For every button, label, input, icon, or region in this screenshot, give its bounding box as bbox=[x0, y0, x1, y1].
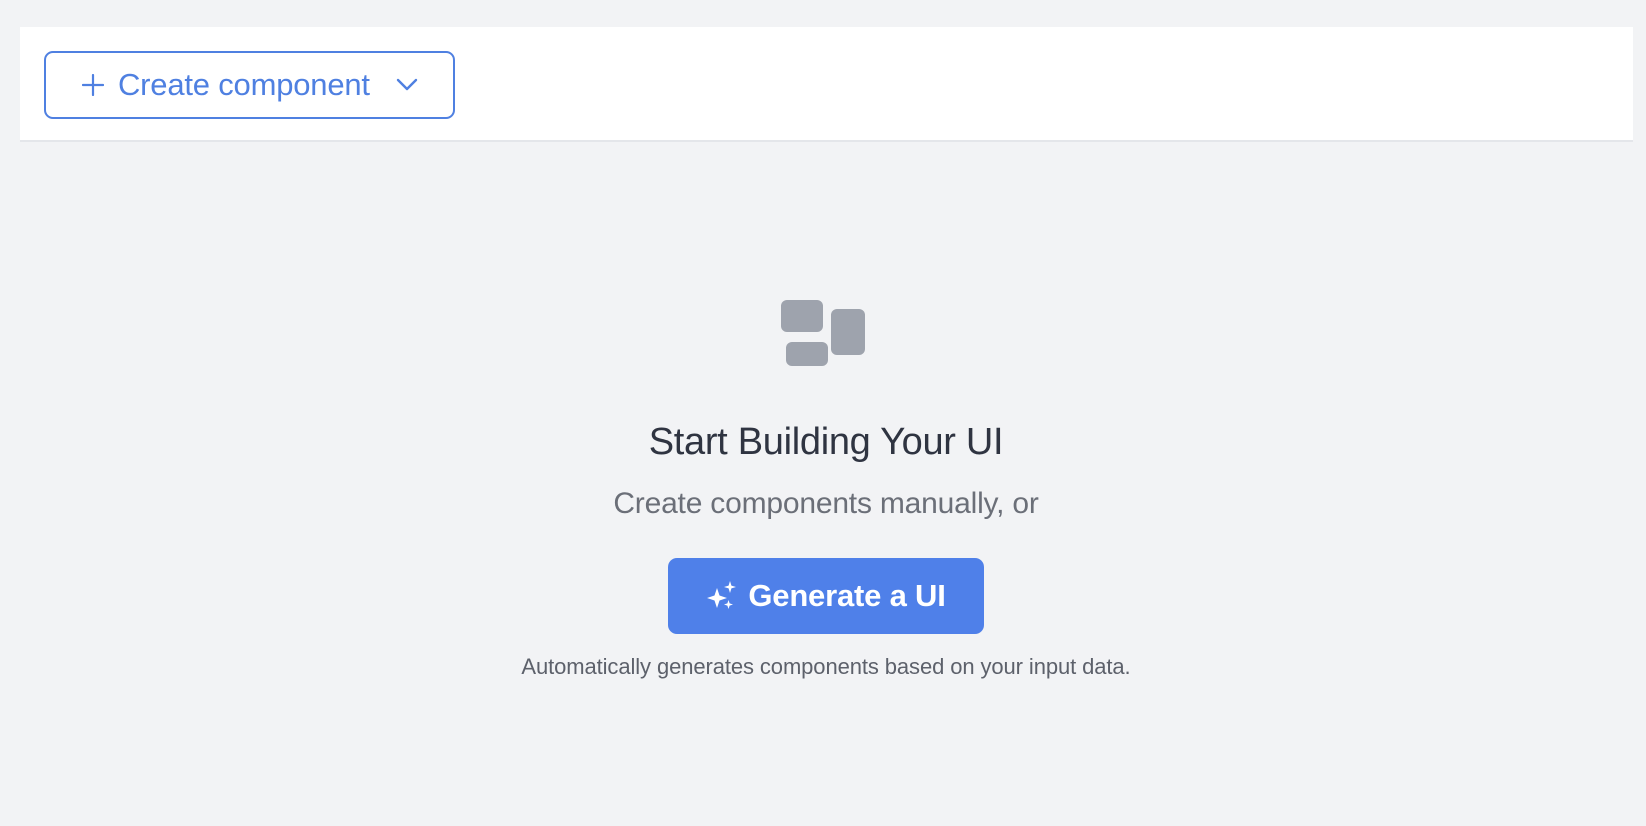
create-component-button[interactable]: Create component bbox=[44, 51, 455, 119]
components-grid-icon bbox=[781, 300, 871, 370]
empty-state: Start Building Your UI Create components… bbox=[0, 300, 1646, 680]
generate-ui-hint: Automatically generates components based… bbox=[521, 654, 1131, 679]
chevron-down-icon[interactable] bbox=[396, 74, 418, 96]
sparkle-icon bbox=[706, 580, 738, 612]
create-component-label: Create component bbox=[118, 67, 370, 102]
toolbar: Create component bbox=[20, 27, 1633, 142]
empty-state-subtitle: Create components manually, or bbox=[613, 487, 1039, 520]
plus-icon bbox=[82, 74, 104, 96]
empty-state-title: Start Building Your UI bbox=[648, 421, 1004, 463]
generate-ui-label: Generate a UI bbox=[748, 578, 946, 613]
generate-ui-button[interactable]: Generate a UI bbox=[668, 558, 984, 634]
